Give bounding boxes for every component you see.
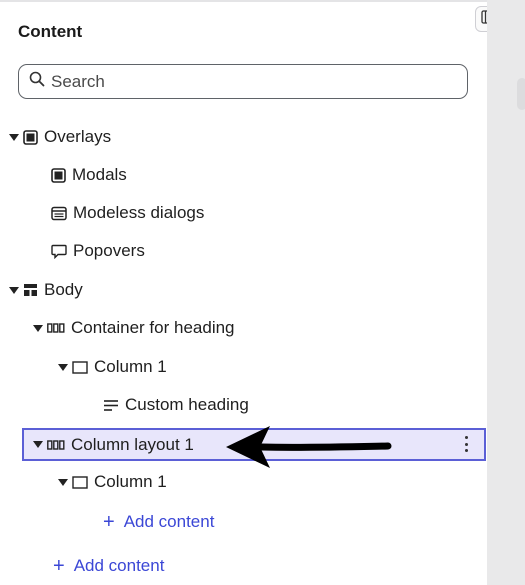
canvas-area: [487, 0, 525, 585]
tree-item-label: Column 1: [94, 472, 167, 491]
scroll-handle[interactable]: [517, 78, 525, 110]
plus-icon: +: [53, 555, 65, 577]
expand-caret-icon[interactable]: [33, 324, 43, 332]
tree-item-popovers[interactable]: Popovers: [51, 236, 145, 266]
tree-item-content: Column layout 1: [33, 430, 194, 459]
text-lines-icon: [103, 399, 119, 412]
expand-caret-icon[interactable]: [9, 133, 19, 141]
tree-item-label: Popovers: [73, 241, 145, 260]
modal-icon: [51, 167, 66, 183]
body-layout-icon: [23, 283, 38, 297]
tree-item-label: Body: [44, 280, 83, 299]
plus-icon: +: [103, 511, 115, 533]
tree-item-label: Column layout 1: [71, 434, 194, 454]
column-icon: [72, 475, 88, 489]
add-content-button-nested[interactable]: + Add content: [103, 512, 214, 532]
search-icon: [29, 71, 45, 92]
tree-item-container-for-heading[interactable]: Container for heading: [33, 313, 235, 343]
expand-caret-icon[interactable]: [9, 286, 19, 294]
expand-caret-icon[interactable]: [33, 441, 43, 448]
modeless-dialog-icon: [51, 206, 67, 221]
popover-icon: [51, 244, 67, 259]
add-content-label: Add content: [73, 556, 165, 575]
add-content-label: Add content: [123, 512, 215, 531]
columns-icon: [47, 439, 65, 450]
panel-title: Content: [18, 22, 83, 41]
tree-item-overlays[interactable]: Overlays: [9, 122, 111, 152]
top-divider: [0, 0, 487, 2]
expand-caret-icon[interactable]: [58, 363, 68, 371]
tree-item-column-1[interactable]: Column 1: [58, 352, 167, 382]
tree-item-column-layout-1-selected[interactable]: Column layout 1: [22, 428, 486, 461]
content-panel: Content Overlays Modals Modeless dialogs…: [0, 0, 487, 585]
tree-item-modeless-dialogs[interactable]: Modeless dialogs: [51, 198, 204, 228]
more-options-icon[interactable]: [464, 436, 468, 452]
expand-caret-icon[interactable]: [58, 478, 68, 486]
tree-item-label: Overlays: [44, 127, 112, 146]
tree-item-label: Modals: [72, 165, 127, 184]
tree-item-label: Column 1: [94, 357, 167, 376]
search-input[interactable]: [51, 71, 451, 92]
search-box[interactable]: [18, 64, 468, 99]
tree-item-column-1-nested[interactable]: Column 1: [58, 467, 167, 497]
tree-item-label: Container for heading: [71, 318, 235, 337]
tree-item-label: Modeless dialogs: [73, 203, 205, 222]
tree-item-modals[interactable]: Modals: [51, 160, 127, 190]
overlay-icon: [23, 129, 38, 145]
add-content-button-root[interactable]: + Add content: [53, 556, 164, 576]
tree-item-body[interactable]: Body: [9, 275, 83, 305]
column-icon: [72, 360, 88, 374]
tree-item-label: Custom heading: [125, 395, 249, 414]
tree-item-custom-heading[interactable]: Custom heading: [103, 390, 249, 420]
columns-icon: [47, 323, 65, 333]
